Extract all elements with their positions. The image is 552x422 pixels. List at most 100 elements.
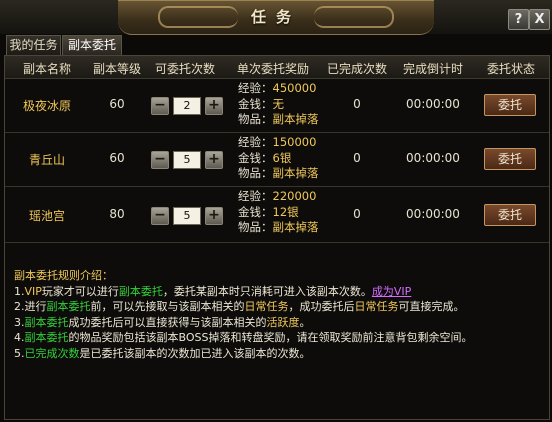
- rule-line-2: 2.进行副本委托前，可以先接取与该副本相关的日常任务，成功委托后日常任务可直接完…: [14, 299, 544, 315]
- rule-text: 可直接完成。: [398, 300, 465, 314]
- minus-button[interactable]: −: [151, 207, 169, 225]
- rule-highlight: VIP: [24, 284, 42, 298]
- minus-button[interactable]: −: [151, 151, 169, 169]
- dungeon-name: 极夜冰原: [22, 99, 71, 113]
- item-label: 物品：: [238, 112, 273, 126]
- money-value: 12银: [272, 204, 299, 219]
- rule-text: 是已委托该副本的次数加已进入该副本的次数。: [79, 346, 311, 360]
- col-dungeon-level: 副本等级: [92, 62, 141, 76]
- col-commission-count: 可委托次数: [154, 62, 215, 76]
- exp-value: 150000: [272, 135, 317, 149]
- rule-line-3: 3.副本委托成功委托后可以直接获得与该副本相关的活跃度。: [14, 315, 544, 331]
- dungeon-name: 青丘山: [28, 153, 65, 167]
- rule-text: 5.: [14, 346, 25, 360]
- exp-label: 经验：: [238, 81, 273, 95]
- reward-info: 经验：450000 金钱：无 物品：副本掉落: [238, 81, 319, 128]
- rule-line-5: 5.已完成次数是已委托该副本的次数加已进入该副本的次数。: [14, 346, 544, 362]
- countdown: 00:00:00: [406, 97, 460, 111]
- rule-highlight: 副本委托: [118, 284, 163, 298]
- reward-info: 经验：220000 金钱：12银 物品：副本掉落: [238, 189, 319, 236]
- rule-highlight: 日常任务: [354, 300, 399, 314]
- item-value: 副本掉落: [272, 166, 319, 180]
- rule-text: ，委托某副本时只消耗可进入该副本次数。: [162, 284, 372, 298]
- item-label: 物品：: [238, 166, 273, 180]
- reward-info: 经验：150000 金钱：6银 物品：副本掉落: [238, 135, 319, 182]
- col-completed-count: 已完成次数: [326, 62, 387, 76]
- help-button[interactable]: ?: [508, 9, 529, 30]
- countdown: 00:00:00: [406, 151, 460, 165]
- col-single-reward: 单次委托奖励: [236, 62, 309, 76]
- commission-button[interactable]: 委托: [484, 94, 536, 116]
- exp-label: 经验：: [238, 189, 273, 203]
- count-input[interactable]: 5: [173, 207, 201, 225]
- tab-dungeon-commission[interactable]: 副本委托: [62, 35, 122, 55]
- rule-text: 成功委托后可以直接获得与该副本相关的: [68, 315, 267, 329]
- dungeon-level: 80: [109, 207, 125, 221]
- rule-text: 。: [299, 315, 311, 329]
- col-countdown: 完成倒计时: [402, 62, 463, 76]
- rule-text: 4.: [14, 331, 25, 345]
- col-status: 委托状态: [486, 62, 535, 76]
- rule-text: 的物品奖励包括该副本BOSS掉落和转盘奖励，请在领取奖励前注意背包剩余空间。: [68, 331, 473, 345]
- money-label: 金钱：: [238, 204, 273, 219]
- row-divider: [5, 132, 549, 133]
- tab-my-tasks[interactable]: 我的任务: [6, 35, 61, 55]
- completed-count: 0: [353, 151, 361, 165]
- plus-button[interactable]: +: [205, 97, 223, 115]
- rule-text: 2.进行: [14, 300, 47, 314]
- exp-value: 450000: [272, 81, 317, 95]
- rule-line-4: 4.副本委托的物品奖励包括该副本BOSS掉落和转盘奖励，请在领取奖励前注意背包剩…: [14, 330, 544, 346]
- commission-count-stepper: − 5 +: [151, 207, 223, 225]
- commission-count-stepper: − 2 +: [151, 97, 223, 115]
- col-dungeon-name: 副本名称: [22, 62, 71, 76]
- money-value: 6银: [272, 150, 292, 165]
- close-button[interactable]: X: [529, 9, 550, 30]
- money-label: 金钱：: [238, 150, 273, 165]
- dungeon-level: 60: [109, 97, 125, 111]
- rule-highlight: 活跃度: [266, 315, 300, 329]
- rule-highlight: 日常任务: [244, 300, 289, 314]
- completed-count: 0: [353, 207, 361, 221]
- count-input[interactable]: 5: [173, 151, 201, 169]
- rules-section: 副本委托规则介绍： 1.VIP玩家才可以进行副本委托，委托某副本时只消耗可进入该…: [14, 268, 544, 362]
- count-input[interactable]: 2: [173, 97, 201, 115]
- rule-text: 玩家才可以进行: [41, 284, 119, 298]
- exp-label: 经验：: [238, 135, 273, 149]
- table-header: 副本名称 副本等级 可委托次数 单次委托奖励 已完成次数 完成倒计时 委托状态: [5, 56, 549, 79]
- dungeon-level: 60: [109, 151, 125, 165]
- countdown: 00:00:00: [406, 207, 460, 221]
- rule-highlight: 已完成次数: [24, 346, 80, 360]
- item-label: 物品：: [238, 220, 273, 234]
- table-row: 瑶池宫 80 − 5 + 经验：220000 金钱：12银 物品：副本掉落 0 …: [5, 188, 549, 240]
- exp-value: 220000: [272, 189, 317, 203]
- money-label: 金钱：: [238, 96, 273, 111]
- commission-panel: 副本名称 副本等级 可委托次数 单次委托奖励 已完成次数 完成倒计时 委托状态 …: [4, 55, 550, 420]
- rule-text: ，成功委托后: [288, 300, 355, 314]
- minus-button[interactable]: −: [151, 97, 169, 115]
- table-row: 极夜冰原 60 − 2 + 经验：450000 金钱：无 物品：副本掉落 0 0…: [5, 80, 549, 132]
- row-divider: [5, 242, 549, 243]
- row-divider: [5, 186, 549, 187]
- item-value: 副本掉落: [272, 112, 319, 126]
- rule-text: 1.: [14, 284, 25, 298]
- window-titlebar[interactable]: 任务 ? X: [0, 0, 552, 35]
- table-row: 青丘山 60 − 5 + 经验：150000 金钱：6银 物品：副本掉落 0 0…: [5, 134, 549, 186]
- plus-button[interactable]: +: [205, 207, 223, 225]
- rule-highlight: 副本委托: [24, 331, 69, 345]
- title-plate: 任务: [118, 0, 434, 35]
- commission-count-stepper: − 5 +: [151, 151, 223, 169]
- become-vip-link[interactable]: 成为VIP: [372, 285, 411, 298]
- rule-highlight: 副本委托: [46, 300, 91, 314]
- rule-line-1: 1.VIP玩家才可以进行副本委托，委托某副本时只消耗可进入该副本次数。成为VIP: [14, 284, 544, 300]
- item-value: 副本掉落: [272, 220, 319, 234]
- window-title: 任务: [250, 8, 301, 26]
- completed-count: 0: [353, 97, 361, 111]
- rule-highlight: 副本委托: [24, 315, 69, 329]
- commission-button[interactable]: 委托: [484, 148, 536, 170]
- plus-button[interactable]: +: [205, 151, 223, 169]
- rule-text: 前，可以先接取与该副本相关的: [90, 300, 245, 314]
- dungeon-name: 瑶池宫: [28, 209, 65, 223]
- commission-button[interactable]: 委托: [484, 204, 536, 226]
- rule-text: 3.: [14, 315, 25, 329]
- rules-title: 副本委托规则介绍：: [14, 269, 113, 282]
